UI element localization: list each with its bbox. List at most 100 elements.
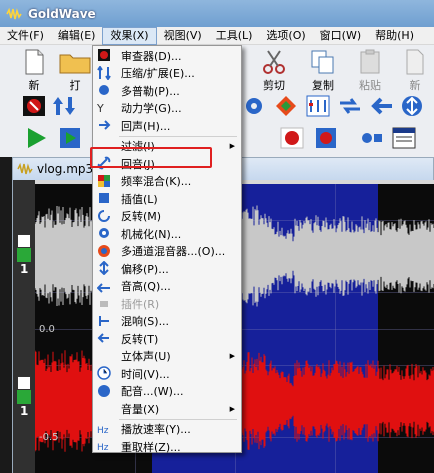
menu-separator bbox=[119, 418, 237, 420]
play-icon[interactable] bbox=[24, 127, 48, 149]
effects-menu-item[interactable]: 频率混合(K)... bbox=[93, 173, 241, 190]
multicolor-icon[interactable] bbox=[274, 95, 298, 117]
effects-menu-item-label: 立体声(U) bbox=[121, 350, 171, 363]
effects-menu-item[interactable]: 审查器(D)... bbox=[93, 47, 241, 64]
effects-menu-item-label: 音高(Q)... bbox=[121, 280, 171, 293]
menu-effects[interactable]: 效果(X) bbox=[102, 26, 157, 45]
doppler-icon bbox=[99, 85, 109, 95]
effects-menu-item-label: 时间(V)... bbox=[121, 367, 170, 381]
effects-menu-item[interactable]: 多通道混音器...(O)... bbox=[93, 243, 241, 260]
effects-menu-item[interactable]: 时间(V)... bbox=[93, 365, 241, 382]
effects-menu-item[interactable]: 回声(H)... bbox=[93, 117, 241, 134]
rate-icon: Hz bbox=[97, 426, 109, 436]
menu-edit[interactable]: 编辑(E) bbox=[51, 27, 103, 45]
effects-menu-item-label: 审查器(D)... bbox=[121, 49, 182, 63]
channel-box-icon[interactable] bbox=[17, 376, 31, 390]
cut-button[interactable]: 剪切 bbox=[262, 49, 286, 93]
effects-menu-item[interactable]: 多普勒(P)... bbox=[93, 82, 241, 99]
play-selection-icon[interactable] bbox=[58, 127, 82, 149]
equalizer-icon[interactable] bbox=[306, 95, 330, 117]
effects-menu-item-label: 反转(M) bbox=[121, 210, 162, 223]
properties-window-icon[interactable] bbox=[392, 127, 416, 149]
copy-button[interactable]: 复制 bbox=[310, 49, 336, 93]
effects-menu-item-label: 播放速率(Y)... bbox=[121, 423, 191, 436]
effects-menu-item-label: 多普勒(P)... bbox=[121, 84, 180, 98]
effects-menu-item[interactable]: Y 动力学(G)... bbox=[93, 100, 241, 117]
menu-file[interactable]: 文件(F) bbox=[0, 27, 51, 45]
effects-menu-item[interactable]: Hz 播放速率(Y)... bbox=[93, 421, 241, 438]
scale-label-mid: 0.0 bbox=[39, 324, 55, 335]
menu-tools[interactable]: 工具(L) bbox=[209, 27, 260, 45]
effects-menu-item[interactable]: Hz 重取样(Z)... bbox=[93, 438, 241, 455]
channel-sidebar: 1 1 bbox=[13, 180, 35, 473]
vertical-zoom-icon[interactable] bbox=[400, 95, 424, 117]
open-button[interactable]: 打 bbox=[58, 49, 92, 93]
effects-menu-item-label: 频率混合(K)... bbox=[121, 175, 192, 188]
freq-mix-icon bbox=[98, 174, 110, 187]
menu-view[interactable]: 视图(V) bbox=[157, 27, 209, 45]
window-title: GoldWave bbox=[28, 6, 96, 21]
effects-menu-item-label: 配音...(W)... bbox=[121, 385, 184, 398]
effects-menu-item[interactable]: 插值(L) bbox=[93, 190, 241, 207]
channel-enabled-check-icon[interactable] bbox=[17, 390, 31, 404]
menu-options[interactable]: 选项(O) bbox=[259, 27, 312, 45]
paste-label: 粘贴 bbox=[359, 79, 381, 92]
effects-menu-item-label: 插件(R) bbox=[121, 297, 160, 311]
stop-record-icon[interactable] bbox=[22, 95, 46, 117]
reverse-icon bbox=[97, 333, 109, 343]
effects-menu-item-label: 音量(X) bbox=[121, 402, 160, 416]
record-icon[interactable] bbox=[280, 127, 304, 149]
title-bar: GoldWave bbox=[0, 0, 434, 27]
highlight-annotation-box bbox=[90, 147, 212, 168]
echo-arrow-icon bbox=[99, 120, 111, 130]
effects-menu-item-label: 回声(H)... bbox=[121, 119, 171, 133]
new2-button: 新 bbox=[404, 49, 426, 93]
gear-blue-icon[interactable] bbox=[242, 95, 266, 117]
effects-menu-item[interactable]: 混响(S)... bbox=[93, 313, 241, 330]
effects-menu-item[interactable]: 音量(X) ▶ bbox=[93, 400, 241, 417]
interpolate-icon bbox=[99, 193, 109, 203]
effects-menu-item[interactable]: 反转(M) bbox=[93, 208, 241, 225]
effects-menu-item[interactable]: 机械化(N)... bbox=[93, 225, 241, 242]
menu-window[interactable]: 窗口(W) bbox=[313, 27, 368, 45]
up-down-arrows-icon[interactable] bbox=[52, 95, 76, 117]
record-selection-icon[interactable] bbox=[314, 127, 338, 149]
copy-icon bbox=[311, 50, 334, 74]
new2-label: 新 bbox=[409, 79, 421, 92]
effects-menu-item-label: 重取样(Z)... bbox=[121, 440, 181, 454]
effects-menu-item[interactable]: 压缩/扩展(E)... bbox=[93, 65, 241, 82]
invert-icon bbox=[98, 209, 110, 222]
mixer-icon bbox=[98, 244, 110, 257]
new-label: 新 bbox=[28, 79, 40, 92]
scissors-icon bbox=[263, 50, 285, 74]
effects-menu-item-label: 动力学(G)... bbox=[121, 102, 182, 115]
pitch-icon bbox=[97, 282, 110, 293]
submenu-arrow-icon: ▶ bbox=[229, 404, 235, 413]
channel-box-icon[interactable] bbox=[17, 234, 31, 248]
effects-menu-item[interactable]: 音高(Q)... bbox=[93, 278, 241, 295]
new-file-icon bbox=[25, 49, 44, 75]
effects-menu-item: 插件(R) bbox=[93, 295, 241, 312]
channel-enabled-check-icon[interactable] bbox=[17, 248, 31, 262]
new-button[interactable]: 新 bbox=[22, 49, 46, 93]
new-doc-dim-icon bbox=[406, 49, 424, 75]
effects-menu-item[interactable]: 反转(T) bbox=[93, 330, 241, 347]
effects-menu-item[interactable]: 偏移(P)... bbox=[93, 260, 241, 277]
left-arrow-icon[interactable] bbox=[370, 95, 394, 117]
channel-number-bottom: 1 bbox=[20, 404, 29, 418]
effects-menu-item-label: 混响(S)... bbox=[121, 315, 170, 328]
menu-help[interactable]: 帮助(H) bbox=[368, 27, 421, 45]
submenu-arrow-icon: ▶ bbox=[229, 352, 235, 360]
goldwave-logo-icon bbox=[6, 7, 22, 19]
loop-arrow-icon[interactable] bbox=[338, 95, 362, 117]
resample-icon: Hz bbox=[97, 443, 109, 453]
effects-menu: 审查器(D)... 压缩/扩展(E)... 多普勒(P)... Y 动力学(G)... 回… bbox=[92, 45, 242, 455]
scale-label-low: -0.5 bbox=[39, 432, 59, 443]
effects-menu-item[interactable]: 配音...(W)... bbox=[93, 383, 241, 400]
red-stop-icon bbox=[98, 49, 110, 61]
plugin-icon bbox=[100, 301, 108, 307]
effects-menu-item[interactable]: 立体声(U) ▶ bbox=[93, 348, 241, 365]
monitor-icon[interactable] bbox=[360, 127, 384, 149]
clock-icon bbox=[97, 366, 111, 380]
submenu-arrow-icon: ▶ bbox=[229, 142, 235, 150]
